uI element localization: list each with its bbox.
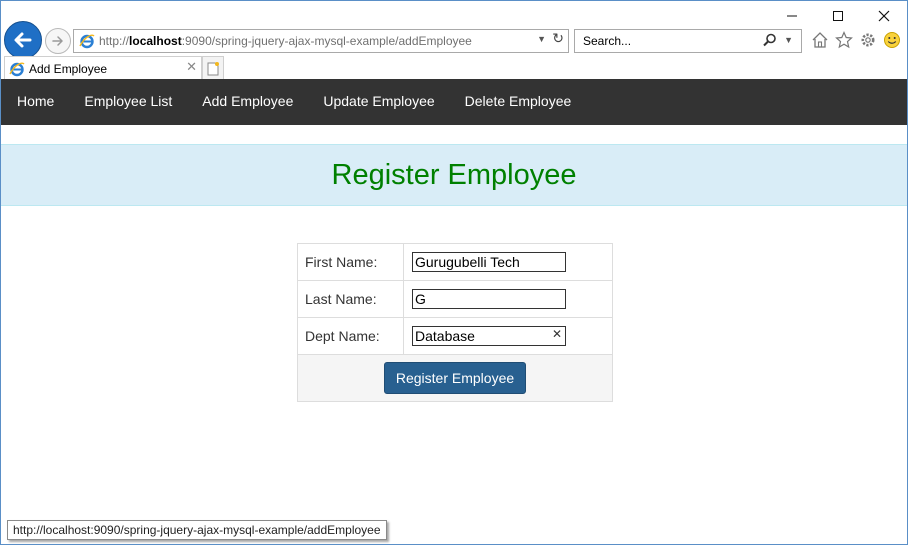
- home-icon[interactable]: [810, 30, 829, 49]
- favorites-star-icon[interactable]: [834, 30, 853, 49]
- search-box[interactable]: ▼: [574, 29, 802, 53]
- close-icon: [878, 10, 890, 22]
- nav-link-employee-list[interactable]: Employee List: [69, 79, 187, 125]
- dept-name-label: Dept Name:: [297, 317, 404, 355]
- form-row-dept-name: Dept Name: ✕: [297, 317, 613, 355]
- browser-window: http://localhost:9090/spring-jquery-ajax…: [0, 0, 908, 545]
- address-dropdown-icon[interactable]: ▼: [537, 34, 546, 44]
- gear-icon[interactable]: [858, 30, 877, 49]
- maximize-button[interactable]: [815, 1, 861, 31]
- search-dropdown-icon[interactable]: ▼: [784, 35, 793, 45]
- forward-button[interactable]: [45, 28, 71, 54]
- form-row-first-name: First Name:: [297, 243, 613, 281]
- close-button[interactable]: [861, 1, 907, 31]
- tab-close-icon[interactable]: ✕: [186, 60, 197, 75]
- site-navbar: Home Employee List Add Employee Update E…: [1, 79, 907, 125]
- nav-link-home[interactable]: Home: [1, 79, 69, 125]
- register-employee-button[interactable]: Register Employee: [383, 362, 527, 394]
- employee-form: First Name: Last Name: Dept Name: ✕ Regi…: [297, 243, 613, 402]
- forward-arrow-icon: [52, 36, 63, 46]
- search-input[interactable]: [581, 31, 765, 51]
- ie-page-icon: [79, 34, 95, 49]
- search-icon[interactable]: [763, 33, 777, 47]
- new-tab-button[interactable]: [202, 56, 224, 79]
- window-controls: [769, 1, 907, 31]
- minimize-button[interactable]: [769, 1, 815, 31]
- minimize-icon: [787, 15, 797, 17]
- back-arrow-icon: [14, 32, 32, 48]
- last-name-label: Last Name:: [297, 280, 404, 318]
- first-name-input[interactable]: [412, 252, 566, 272]
- form-row-last-name: Last Name:: [297, 280, 613, 318]
- nav-link-add-employee[interactable]: Add Employee: [187, 79, 308, 125]
- ie-tab-icon: [9, 62, 25, 76]
- last-name-input[interactable]: [412, 289, 566, 309]
- nav-link-delete-employee[interactable]: Delete Employee: [450, 79, 587, 125]
- new-tab-icon: [207, 61, 219, 75]
- tab-title: Add Employee: [29, 61, 108, 76]
- clear-field-icon[interactable]: ✕: [552, 327, 562, 341]
- refresh-icon[interactable]: ↻: [552, 31, 564, 47]
- toolbar-icons: [810, 30, 901, 49]
- page-title: Register Employee: [331, 159, 577, 191]
- first-name-label: First Name:: [297, 243, 404, 281]
- maximize-icon: [833, 11, 843, 21]
- browser-tab-active[interactable]: Add Employee ✕: [4, 56, 202, 80]
- address-url: http://localhost:9090/spring-jquery-ajax…: [99, 34, 472, 48]
- nav-link-update-employee[interactable]: Update Employee: [308, 79, 449, 125]
- dept-name-input[interactable]: [412, 326, 566, 346]
- status-bar-url: http://localhost:9090/spring-jquery-ajax…: [7, 520, 387, 540]
- form-row-actions: Register Employee: [297, 354, 613, 402]
- page-header: Register Employee: [1, 144, 907, 206]
- back-button[interactable]: [4, 21, 42, 59]
- smiley-feedback-icon[interactable]: [882, 30, 901, 49]
- dept-name-field-wrap: ✕: [412, 326, 566, 346]
- address-bar[interactable]: http://localhost:9090/spring-jquery-ajax…: [73, 29, 569, 53]
